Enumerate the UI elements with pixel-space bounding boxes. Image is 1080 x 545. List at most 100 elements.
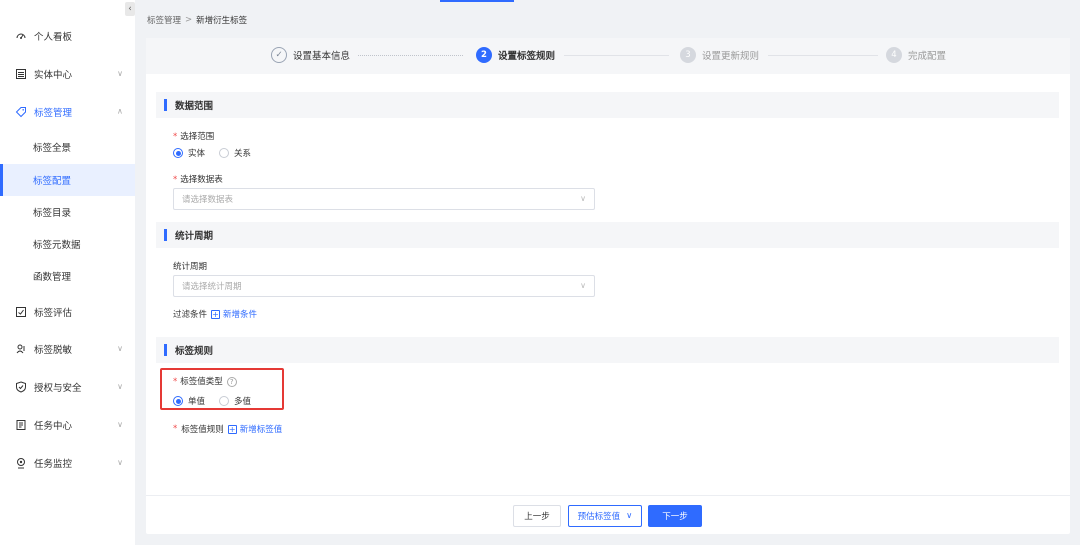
step-complete[interactable]: 4 完成配置 xyxy=(886,47,946,63)
chevron-down-icon: ∨ xyxy=(117,458,123,467)
sidebar-item-label: 标签配置 xyxy=(33,176,72,187)
radio-label: 实体 xyxy=(188,149,206,159)
chevron-down-icon: ∨ xyxy=(580,281,586,290)
table-label: * 选择数据表 xyxy=(173,173,223,185)
footer-divider xyxy=(146,495,1070,496)
required-mark: * xyxy=(173,175,178,185)
chevron-down-icon: ∨ xyxy=(626,511,633,521)
add-tag-value-label: 新增标签值 xyxy=(239,425,283,435)
section-title: 标签规则 xyxy=(175,346,214,357)
sidebar-item-label: 授权与安全 xyxy=(34,383,82,394)
breadcrumb-current: 新增衍生标签 xyxy=(196,16,248,26)
scope-radio-entity[interactable]: 实体 xyxy=(173,147,205,159)
sidebar-item-label: 标签元数据 xyxy=(33,240,81,251)
filter-row: 过滤条件 + 新增条件 xyxy=(173,308,257,320)
sidebar-item-dashboard[interactable]: 个人看板 xyxy=(0,20,135,52)
main-card: ✓ 设置基本信息 2 设置标签规则 3 设置更新规则 4 完成配置 数据范围 *… xyxy=(146,38,1070,534)
sidebar-item-tag-masking[interactable]: 标签脱敏 ∨ xyxy=(0,333,135,365)
step-label: 设置标签规则 xyxy=(498,51,556,62)
sidebar-item-tag-metadata[interactable]: 标签元数据 xyxy=(0,228,135,260)
sidebar-item-task-center[interactable]: 任务中心 ∨ xyxy=(0,409,135,441)
steps-bar: ✓ 设置基本信息 2 设置标签规则 3 设置更新规则 4 完成配置 xyxy=(146,38,1070,74)
sidebar-item-tag-config[interactable]: 标签配置 xyxy=(0,164,135,196)
table-select[interactable]: 请选择数据表 ∨ xyxy=(173,188,595,210)
step-connector xyxy=(564,55,669,56)
step-label: 设置更新规则 xyxy=(702,51,760,62)
section-data-range: 数据范围 xyxy=(156,92,1059,118)
section-title: 统计周期 xyxy=(175,231,214,242)
chevron-down-icon: ∨ xyxy=(117,69,123,78)
plus-icon: + xyxy=(211,309,221,319)
radio-dot xyxy=(173,148,183,158)
evaluate-icon xyxy=(14,305,28,319)
highlight-annotation-box xyxy=(160,368,284,410)
section-stat-period: 统计周期 xyxy=(156,222,1059,248)
sidebar-item-tag-catalog[interactable]: 标签目录 xyxy=(0,196,135,228)
estimate-label: 预估标签值 xyxy=(577,512,621,522)
next-step-button[interactable]: 下一步 xyxy=(648,505,702,527)
shield-icon xyxy=(14,380,28,394)
value-rule-row: * 标签值规则 + 新增标签值 xyxy=(173,423,282,435)
radio-dot xyxy=(219,148,230,158)
breadcrumb-separator: > xyxy=(185,15,193,25)
chevron-up-icon: ∨ xyxy=(117,107,123,116)
chevron-down-icon: ∨ xyxy=(580,194,586,203)
list-icon xyxy=(14,67,28,81)
filter-label: 过滤条件 xyxy=(173,310,208,320)
chevron-down-icon: ∨ xyxy=(117,420,123,429)
plus-icon: + xyxy=(227,424,237,434)
period-select[interactable]: 请选择统计周期 ∨ xyxy=(173,275,595,297)
step-connector xyxy=(358,55,463,56)
sidebar: ‹ 个人看板 实体中心 ∨ 标签管理 ∨ 标签全景 标签配置 标签目录 标签元数… xyxy=(0,0,135,545)
step-tag-rules[interactable]: 2 设置标签规则 xyxy=(476,47,555,63)
step-connector xyxy=(768,55,878,56)
step-update-rules[interactable]: 3 设置更新规则 xyxy=(680,47,759,63)
sidebar-item-label: 任务中心 xyxy=(34,421,73,432)
sidebar-item-auth-security[interactable]: 授权与安全 ∨ xyxy=(0,371,135,403)
required-mark: * xyxy=(173,132,178,142)
sidebar-item-label: 实体中心 xyxy=(34,70,73,81)
sidebar-item-tag-management[interactable]: 标签管理 ∨ xyxy=(0,96,135,128)
mask-icon xyxy=(14,342,28,356)
scope-label-text: 选择范围 xyxy=(180,132,215,142)
select-placeholder: 请选择统计周期 xyxy=(182,282,242,292)
section-tag-rule: 标签规则 xyxy=(156,337,1059,363)
select-placeholder: 请选择数据表 xyxy=(182,195,234,205)
prev-step-button[interactable]: 上一步 xyxy=(513,505,561,527)
step-number: 4 xyxy=(886,47,902,63)
scope-radio-relation[interactable]: 关系 xyxy=(219,147,251,159)
sidebar-item-entity-center[interactable]: 实体中心 ∨ xyxy=(0,58,135,90)
monitor-icon xyxy=(14,456,28,470)
step-label: 设置基本信息 xyxy=(293,51,351,62)
sidebar-collapse-button[interactable]: ‹ xyxy=(125,2,135,16)
value-rule-label: 标签值规则 xyxy=(181,425,224,435)
sidebar-item-label: 函数管理 xyxy=(33,272,72,283)
top-tab-indicator xyxy=(440,0,514,2)
sidebar-item-function-management[interactable]: 函数管理 xyxy=(0,260,135,292)
scope-radio-group: 实体 关系 xyxy=(173,147,251,159)
add-tag-value-button[interactable]: + 新增标签值 xyxy=(227,423,283,435)
add-filter-label: 新增条件 xyxy=(223,310,258,320)
task-icon xyxy=(14,418,28,432)
step-label: 完成配置 xyxy=(908,51,947,62)
step-number: 3 xyxy=(680,47,696,63)
sidebar-item-label: 标签全景 xyxy=(33,143,72,154)
sidebar-item-label: 标签评估 xyxy=(34,308,73,319)
dashboard-icon xyxy=(14,29,28,43)
check-icon: ✓ xyxy=(271,47,287,63)
step-number: 2 xyxy=(476,47,492,63)
sidebar-item-label: 个人看板 xyxy=(34,32,73,43)
sidebar-item-task-monitor[interactable]: 任务监控 ∨ xyxy=(0,447,135,479)
step-basic-info[interactable]: ✓ 设置基本信息 xyxy=(271,47,350,63)
tag-icon xyxy=(14,105,28,119)
sidebar-item-label: 标签管理 xyxy=(34,108,73,119)
required-mark: * xyxy=(173,424,178,434)
estimate-tag-value-button[interactable]: 预估标签值 ∨ xyxy=(568,505,642,527)
breadcrumb-parent[interactable]: 标签管理 xyxy=(147,14,181,26)
scope-label: * 选择范围 xyxy=(173,130,214,142)
sidebar-item-tag-evaluation[interactable]: 标签评估 xyxy=(0,296,135,328)
table-label-text: 选择数据表 xyxy=(180,175,223,185)
radio-label: 关系 xyxy=(234,149,252,159)
add-filter-button[interactable]: + 新增条件 xyxy=(211,308,257,320)
sidebar-item-tag-overview[interactable]: 标签全景 xyxy=(0,131,135,163)
